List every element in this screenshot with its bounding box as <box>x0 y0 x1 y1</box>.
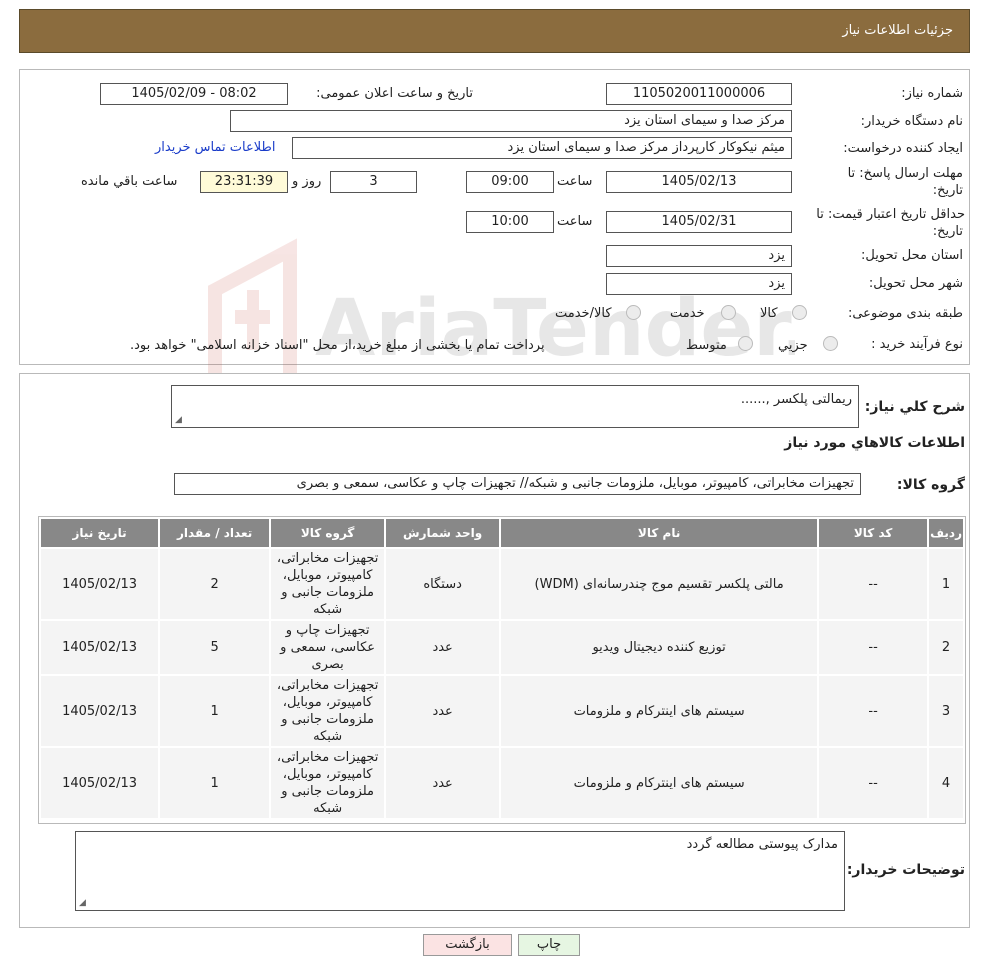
announce-datetime-field: 1405/02/09 - 08:02 <box>100 83 288 105</box>
cell-unit: عدد <box>386 621 500 674</box>
cell-goods-name: سیستم های اینترکام و ملزومات <box>501 676 818 746</box>
remaining-time-field: 23:31:39 <box>200 171 288 193</box>
buyer-org-label: نام دستگاه خریدار: <box>860 114 963 129</box>
deadline-label-date: تاریخ: <box>932 183 963 198</box>
cell-row-number: 1 <box>929 549 963 619</box>
table-row: 4 -- سیستم های اینترکام و ملزومات عدد تج… <box>41 748 963 818</box>
deadline-date-field: 1405/02/13 <box>606 171 792 193</box>
cell-need-date: 1405/02/13 <box>41 549 159 619</box>
col-goods-group: گروه کالا <box>271 519 385 547</box>
cell-quantity: 2 <box>160 549 270 619</box>
table-row: 3 -- سیستم های اینترکام و ملزومات عدد تج… <box>41 676 963 746</box>
table-row: 2 -- توزیع کننده دیجیتال ویدیو عدد تجهیز… <box>41 621 963 674</box>
cell-goods-group: تجهیزات مخابراتی، کامپیوتر، موبایل، ملزو… <box>271 549 385 619</box>
category-option-goods: کالا <box>760 306 778 321</box>
general-description-field[interactable]: ریمالتی پلکسر ,...... ◢ <box>171 385 859 428</box>
creator-field: میثم نیکوکار کارپرداز مرکز صدا و سیمای ا… <box>292 137 792 159</box>
cell-goods-code: -- <box>819 549 928 619</box>
col-goods-code: کد کالا <box>819 519 928 547</box>
validity-date-field: 1405/02/31 <box>606 211 792 233</box>
col-goods-name: نام کالا <box>501 519 818 547</box>
days-label: روز و <box>292 174 322 189</box>
days-remaining-field: 3 <box>330 171 417 193</box>
items-table-frame: ردیف کد کالا نام کالا واحد شمارش گروه کا… <box>38 516 966 824</box>
buyer-org-field: مرکز صدا و سیمای استان یزد <box>230 110 792 132</box>
cell-goods-group: تجهیزات چاپ و عکاسی، سمعی و بصری <box>271 621 385 674</box>
category-option-goods-service: کالا/خدمت <box>555 306 612 321</box>
cell-row-number: 3 <box>929 676 963 746</box>
process-radio-medium[interactable] <box>738 336 753 351</box>
cell-goods-name: توزیع کننده دیجیتال ویدیو <box>501 621 818 674</box>
need-number-label: شماره نیاز: <box>901 86 963 101</box>
print-button[interactable]: چاپ <box>518 934 580 956</box>
cell-goods-name: سیستم های اینترکام و ملزومات <box>501 748 818 818</box>
page-title: جزئیات اطلاعات نیاز <box>842 23 953 38</box>
cell-need-date: 1405/02/13 <box>41 748 159 818</box>
validity-time-field: 10:00 <box>466 211 554 233</box>
deadline-label: مهلت ارسال پاسخ: تا <box>847 166 963 181</box>
back-button[interactable]: بازگشت <box>423 934 512 956</box>
col-row-number: ردیف <box>929 519 963 547</box>
general-description-label: شرح کلي نیاز: <box>864 399 965 415</box>
cell-goods-code: -- <box>819 676 928 746</box>
price-validity-label: حداقل تاریخ اعتبار قیمت: تا <box>816 207 965 222</box>
cell-goods-name: مالتی پلکسر تقسیم موج چندرسانه‌ای (WDM) <box>501 549 818 619</box>
process-type-label: نوع فرآیند خرید : <box>871 337 963 352</box>
buyer-notes-field[interactable]: مدارک پیوستی مطالعه گردد ◢ <box>75 831 845 911</box>
province-label: استان محل تحویل: <box>861 248 963 263</box>
announce-label: تاریخ و ساعت اعلان عمومی: <box>316 86 473 101</box>
remaining-time-label: ساعت باقي مانده <box>81 174 178 189</box>
table-row: 1 -- مالتی پلکسر تقسیم موج چندرسانه‌ای (… <box>41 549 963 619</box>
price-validity-label-date: تاریخ: <box>932 224 963 239</box>
category-label: طبقه بندی موضوعی: <box>847 306 963 321</box>
city-field: یزد <box>606 273 792 295</box>
cell-quantity: 1 <box>160 676 270 746</box>
process-option-medium: متوسط <box>686 338 727 353</box>
col-unit: واحد شمارش <box>386 519 500 547</box>
cell-unit: دستگاه <box>386 549 500 619</box>
col-quantity: تعداد / مقدار <box>160 519 270 547</box>
deadline-time-label: ساعت <box>557 174 593 189</box>
city-label: شهر محل تحویل: <box>868 276 963 291</box>
resize-handle-icon[interactable]: ◢ <box>79 898 86 908</box>
cell-goods-code: -- <box>819 748 928 818</box>
resize-handle-icon[interactable]: ◢ <box>175 415 182 425</box>
goods-group-field: تجهیزات مخابراتی، کامپیوتر، موبایل، ملزو… <box>174 473 861 495</box>
category-radio-goods-service[interactable] <box>626 305 641 320</box>
general-description-text: ریمالتی پلکسر ,...... <box>740 392 852 407</box>
cell-unit: عدد <box>386 748 500 818</box>
province-field: یزد <box>606 245 792 267</box>
cell-quantity: 5 <box>160 621 270 674</box>
buyer-notes-label: توضیحات خریدار: <box>846 862 965 878</box>
buyer-notes-text: مدارک پیوستی مطالعه گردد <box>686 837 838 852</box>
cell-unit: عدد <box>386 676 500 746</box>
buyer-contact-link[interactable]: اطلاعات تماس خریدار <box>155 140 275 155</box>
cell-goods-group: تجهیزات مخابراتی، کامپیوتر، موبایل، ملزو… <box>271 676 385 746</box>
category-radio-service[interactable] <box>721 305 736 320</box>
process-option-minor: جزیي <box>778 338 808 353</box>
col-need-date: تاریخ نیاز <box>41 519 159 547</box>
creator-label: ایجاد کننده درخواست: <box>843 141 963 156</box>
need-number-field: 1105020011000006 <box>606 83 792 105</box>
validity-time-label: ساعت <box>557 214 593 229</box>
goods-group-label: گروه کالا: <box>896 477 965 493</box>
category-radio-goods[interactable] <box>792 305 807 320</box>
deadline-time-field: 09:00 <box>466 171 554 193</box>
goods-info-title: اطلاعات کالاهاي مورد نیاز <box>784 435 965 451</box>
process-radio-minor[interactable] <box>823 336 838 351</box>
cell-quantity: 1 <box>160 748 270 818</box>
cell-goods-group: تجهیزات مخابراتی، کامپیوتر، موبایل، ملزو… <box>271 748 385 818</box>
table-header-row: ردیف کد کالا نام کالا واحد شمارش گروه کا… <box>41 519 963 547</box>
cell-need-date: 1405/02/13 <box>41 621 159 674</box>
treasury-note: پرداخت تمام یا بخشی از مبلغ خرید،از محل … <box>130 338 545 353</box>
category-option-service: خدمت <box>670 306 705 321</box>
cell-goods-code: -- <box>819 621 928 674</box>
cell-row-number: 2 <box>929 621 963 674</box>
items-table: ردیف کد کالا نام کالا واحد شمارش گروه کا… <box>39 517 965 820</box>
cell-need-date: 1405/02/13 <box>41 676 159 746</box>
page-header: جزئیات اطلاعات نیاز <box>19 9 970 53</box>
cell-row-number: 4 <box>929 748 963 818</box>
